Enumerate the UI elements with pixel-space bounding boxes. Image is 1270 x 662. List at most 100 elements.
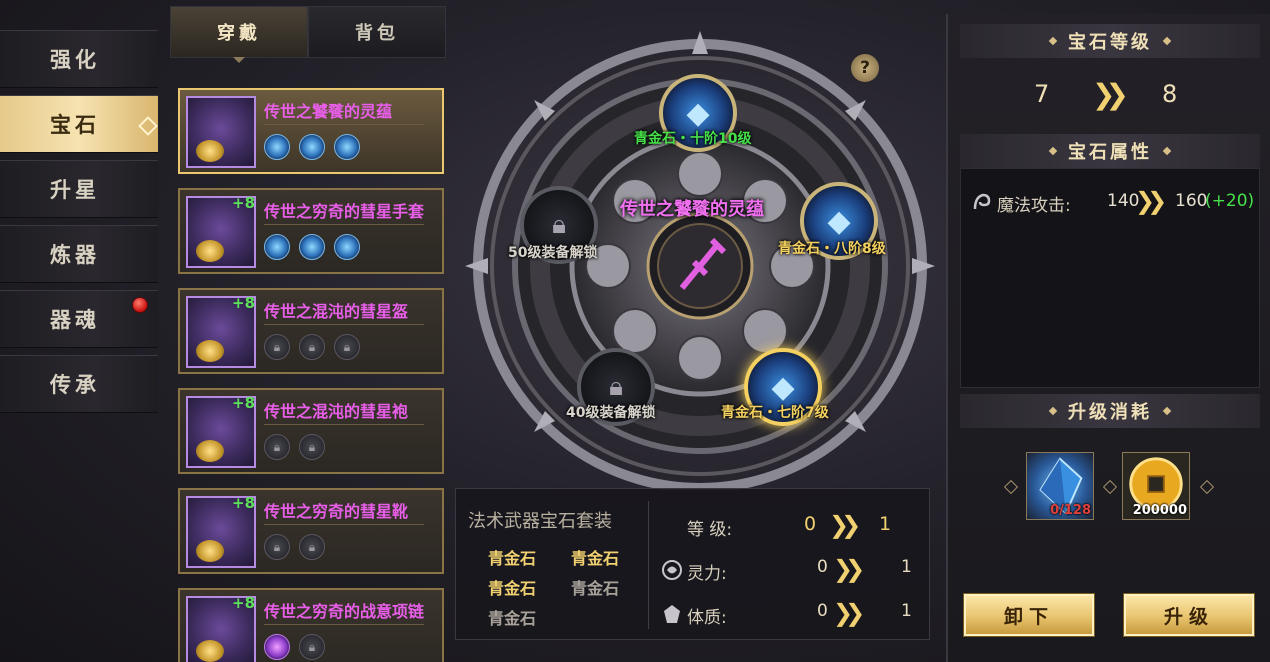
gem-slot-bottom-right-label: 青金石・七阶7级 [721, 405, 829, 421]
diamond-ornament-icon [1048, 406, 1058, 416]
blue-gem-icon [334, 234, 360, 260]
lock-icon: 🔒︎ [334, 334, 360, 360]
magic-attack-icon [973, 193, 991, 210]
gem-slot-top-label: 青金石・十阶10级 [634, 131, 752, 147]
gem-attr-header: 宝石属性 [960, 134, 1260, 168]
nav-item-inherit[interactable]: 传承 [0, 355, 158, 413]
nav-label: 传承 [50, 373, 100, 397]
stat-label: 灵力: [687, 564, 727, 584]
lock-icon: 🔒︎ [299, 434, 325, 460]
notification-dot [132, 297, 148, 313]
cost-item-crystal[interactable]: 0/128 [1026, 452, 1094, 520]
selected-equipment-title: 传世之饕餮的灵蕴 [620, 199, 764, 220]
set-stat-row-spirit: 灵力: 0 ❯❯ 1 [661, 555, 926, 585]
equipment-tabs: 穿戴 背包 [170, 6, 446, 63]
equipment-name: 传世之穷奇的彗星靴 [264, 502, 409, 521]
gem-detail-panel: 宝石等级 7 ❯❯ 8 宝石属性 魔法攻击: 140 ❯❯ 160 (+20) … [946, 14, 1270, 662]
diamond-ornament-icon [1102, 479, 1118, 495]
gold-ingot-icon [196, 440, 224, 462]
tab-worn[interactable]: 穿戴 [170, 6, 308, 63]
equipment-card[interactable]: +8 传世之穷奇的彗星靴 🔒︎ 🔒︎ [178, 488, 444, 574]
double-arrow-icon: ❯❯ [833, 555, 865, 583]
diamond-ornament-icon [1048, 36, 1058, 46]
divider [264, 324, 424, 325]
stat-from: 0 [817, 557, 828, 577]
side-nav: 强化 宝石 升星 炼器 器魂 传承 [0, 30, 158, 420]
gem-slots: 🔒︎ 🔒︎ [264, 434, 325, 460]
upgrade-button[interactable]: 升级 [1123, 593, 1255, 637]
gold-ingot-icon [196, 340, 224, 362]
equipment-card[interactable]: +8 传世之混沌的彗星盔 🔒︎ 🔒︎ 🔒︎ [178, 288, 444, 374]
lock-icon: 🔒︎ [609, 371, 623, 402]
set-gem-2: 青金石 [571, 549, 620, 568]
blue-gem-icon [264, 134, 290, 160]
header-label: 升级消耗 [1068, 402, 1152, 423]
gold-ingot-icon [196, 640, 224, 662]
divider [264, 224, 424, 225]
gem-level-from: 7 [1034, 80, 1050, 108]
gem-set-panel: 法术武器宝石套装 青金石 青金石 青金石 青金石 青金石 等 级: 0 ❯❯ 1… [455, 488, 930, 640]
nav-item-refine[interactable]: 炼器 [0, 225, 158, 283]
enhance-level: +8 [232, 494, 256, 512]
diamond-ornament-icon [1048, 146, 1058, 156]
nav-label: 升星 [50, 178, 100, 202]
set-level-row: 等 级: 0 ❯❯ 1 [661, 511, 926, 541]
equipment-name: 传世之穷奇的彗星手套 [264, 202, 425, 221]
nav-label: 宝石 [50, 113, 100, 137]
stat-label: 等 级: [687, 520, 733, 540]
nav-item-gem[interactable]: 宝石 [0, 95, 158, 153]
double-arrow-icon: ❯❯ [1135, 187, 1167, 215]
nav-label: 器魂 [50, 308, 100, 332]
equipment-card[interactable]: 传世之饕餮的灵蕴 [178, 88, 444, 174]
equipment-card[interactable]: +8 传世之穷奇的彗星手套 [178, 188, 444, 274]
blue-gem-icon [299, 134, 325, 160]
enhance-level: +8 [232, 394, 256, 412]
lock-icon: 🔒︎ [299, 634, 325, 660]
stat-to: 1 [901, 557, 912, 577]
lock-icon: 🔒︎ [264, 334, 290, 360]
purple-gem-icon [264, 634, 290, 660]
blue-gem-icon: ◆ [827, 203, 851, 239]
equipment-card[interactable]: +8 传世之混沌的彗星袍 🔒︎ 🔒︎ [178, 388, 444, 474]
nav-item-star-up[interactable]: 升星 [0, 160, 158, 218]
set-gem-4: 青金石 [571, 579, 620, 598]
tab-bag[interactable]: 背包 [308, 6, 446, 58]
nav-item-strengthen[interactable]: 强化 [0, 30, 158, 88]
gem-slots: 🔒︎ 🔒︎ 🔒︎ [264, 334, 360, 360]
stat-to: 1 [901, 601, 912, 621]
gem-slot-right-label: 青金石・八阶8级 [778, 241, 886, 257]
lock-icon: 🔒︎ [264, 534, 290, 560]
nav-label: 炼器 [50, 243, 100, 267]
gold-ingot-icon [196, 140, 224, 162]
diamond-ornament-icon [1162, 36, 1172, 46]
blue-gem-icon [264, 234, 290, 260]
diamond-ornament-icon [1162, 406, 1172, 416]
equipment-name: 传世之饕餮的灵蕴 [264, 102, 393, 121]
nav-item-soul[interactable]: 器魂 [0, 290, 158, 348]
lock-icon: 🔒︎ [264, 434, 290, 460]
unequip-button[interactable]: 卸下 [963, 593, 1095, 637]
blue-gem-icon [299, 234, 325, 260]
enhance-level: +8 [232, 294, 256, 312]
gem-level-to: 8 [1162, 80, 1178, 108]
attr-bonus: (+20) [1205, 191, 1255, 211]
attr-label: 魔法攻击: [997, 196, 1071, 216]
attr-to: 160 [1175, 191, 1208, 211]
gem-slots [264, 134, 360, 160]
gold-ingot-icon [196, 540, 224, 562]
set-stat-row-constitution: 体质: 0 ❯❯ 1 [661, 599, 926, 629]
lock-icon: 🔒︎ [299, 334, 325, 360]
equipment-icon [186, 96, 256, 168]
header-label: 宝石属性 [1068, 142, 1152, 163]
header-label: 宝石等级 [1068, 32, 1152, 53]
divider [648, 501, 649, 629]
set-title: 法术武器宝石套装 [468, 511, 612, 532]
equipment-name: 传世之混沌的彗星盔 [264, 302, 409, 321]
stat-to: 1 [879, 513, 892, 535]
blue-gem-icon: ◆ [686, 95, 710, 131]
equipment-card[interactable]: +8 传世之穷奇的战意项链 🔒︎ [178, 588, 444, 662]
help-button[interactable]: ? [851, 54, 879, 82]
set-gem-3: 青金石 [488, 579, 537, 598]
gem-attr-box: 魔法攻击: 140 ❯❯ 160 (+20) [960, 168, 1260, 388]
cost-item-gold[interactable]: 200000 [1122, 452, 1190, 520]
